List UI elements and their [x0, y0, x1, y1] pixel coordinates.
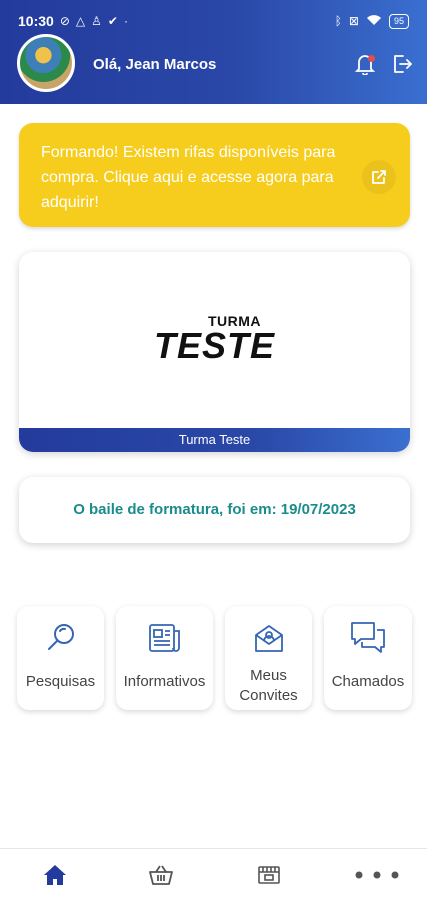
- bell-icon[interactable]: [351, 50, 379, 78]
- sync-off-icon: ⊘: [59, 14, 70, 28]
- menu-tile-label: Pesquisas: [25, 673, 96, 690]
- logout-icon[interactable]: [388, 50, 416, 78]
- graduation-ball-text: O baile de formatura, foi em: 19/07/2023: [73, 501, 356, 518]
- external-link-icon[interactable]: [362, 160, 396, 194]
- app-header: 10:30 ⊘ △ ♙ ✔ · ᛒ ⊠ 95 Olá, Jean Marcos: [0, 0, 427, 104]
- chat-icon: [349, 618, 387, 658]
- newspaper-icon: [147, 618, 183, 658]
- notification-dot: [368, 55, 375, 62]
- status-bar: 10:30 ⊘ △ ♙ ✔ · ᛒ ⊠ 95: [18, 11, 409, 31]
- menu-tile-label: Informativos: [123, 673, 206, 690]
- more-icon[interactable]: [355, 861, 399, 889]
- menu-tile-label: Meus Convites: [239, 667, 298, 704]
- raffle-banner-text: Formando! Existem rifas disponíveis para…: [41, 144, 336, 211]
- menu-tile-informativos[interactable]: Informativos: [116, 606, 213, 710]
- avatar[interactable]: [17, 34, 75, 92]
- battery-icon: 95: [388, 13, 409, 29]
- raffle-banner[interactable]: Formando! Existem rifas disponíveis para…: [19, 123, 410, 227]
- check-circle-icon: ✔: [107, 14, 118, 28]
- status-time: 10:30: [18, 13, 54, 29]
- bottom-nav: [0, 848, 427, 900]
- menu-tile-chamados[interactable]: Chamados: [324, 606, 412, 710]
- turma-logo: TURMA TESTE: [19, 314, 410, 364]
- status-right-icons: ᛒ ⊠ 95: [334, 13, 409, 29]
- greeting-text: Olá, Jean Marcos: [93, 56, 217, 73]
- dot-icon: ·: [123, 14, 128, 28]
- home-icon[interactable]: [35, 861, 75, 889]
- status-left-icons: ⊘ △ ♙ ✔ ·: [60, 14, 128, 28]
- ticket-icon[interactable]: [249, 861, 289, 889]
- menu-tile-meus-convites[interactable]: Meus Convites: [225, 606, 312, 710]
- menu-tiles: Pesquisas Informativos Meus Convites Cha…: [0, 606, 427, 710]
- wifi-icon: [366, 14, 382, 29]
- graduation-ball-card: O baile de formatura, foi em: 19/07/2023: [19, 477, 410, 543]
- accessibility-icon: ♙: [91, 14, 102, 28]
- turma-name: Turma Teste: [19, 428, 410, 452]
- search-icon: [44, 618, 78, 658]
- mute-icon: ⊠: [348, 14, 359, 28]
- turma-logo-big: TESTE: [153, 325, 275, 366]
- drive-icon: △: [75, 14, 86, 28]
- menu-tile-label: Chamados: [331, 673, 405, 690]
- basket-icon[interactable]: [141, 861, 181, 889]
- menu-tile-pesquisas[interactable]: Pesquisas: [17, 606, 104, 710]
- bluetooth-icon: ᛒ: [334, 14, 342, 28]
- turma-card[interactable]: TURMA TESTE Turma Teste: [19, 252, 410, 452]
- invite-envelope-icon: [253, 618, 285, 658]
